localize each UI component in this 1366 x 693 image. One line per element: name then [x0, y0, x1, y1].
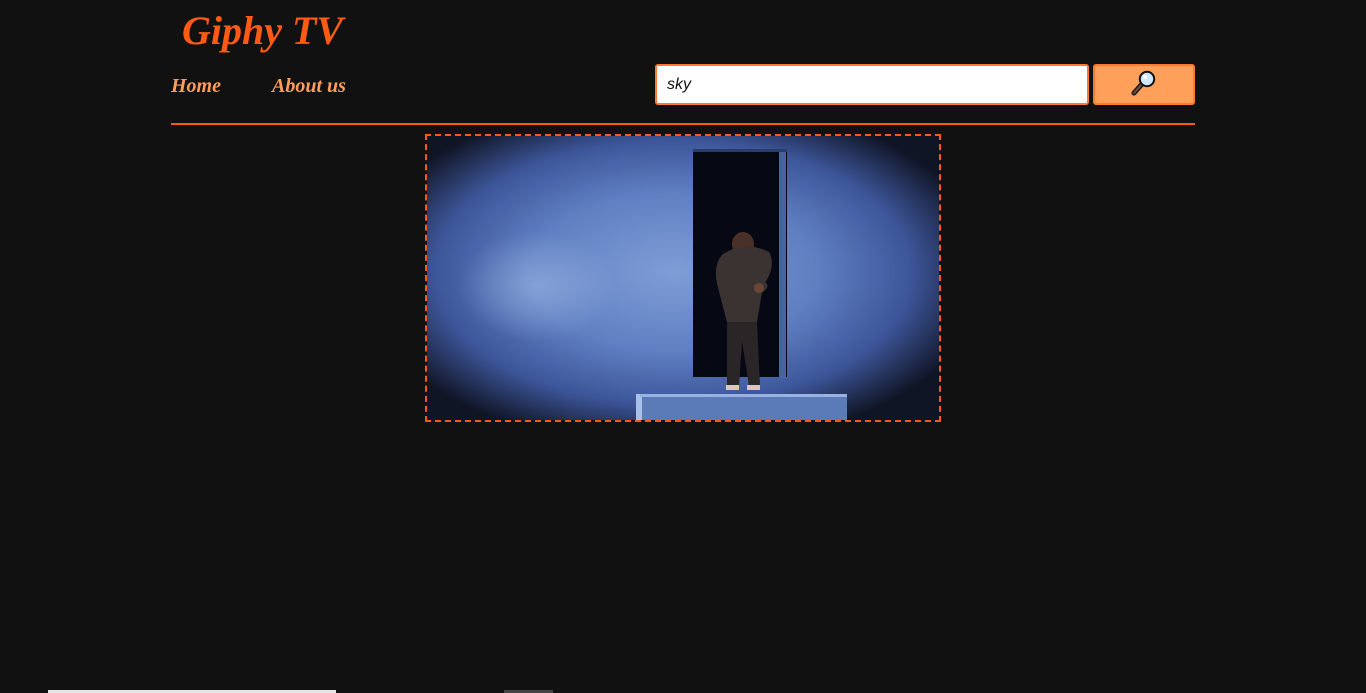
search-input[interactable] [655, 64, 1089, 105]
gif-image [427, 136, 939, 420]
magnifier-icon [1131, 70, 1157, 99]
site-logo: Giphy TV [182, 8, 344, 53]
nav-link-home[interactable]: Home [171, 74, 221, 98]
header-divider [171, 123, 1195, 125]
search-button[interactable] [1093, 64, 1195, 105]
nav-link-about-us[interactable]: About us [272, 74, 346, 98]
gif-result[interactable] [425, 134, 941, 422]
